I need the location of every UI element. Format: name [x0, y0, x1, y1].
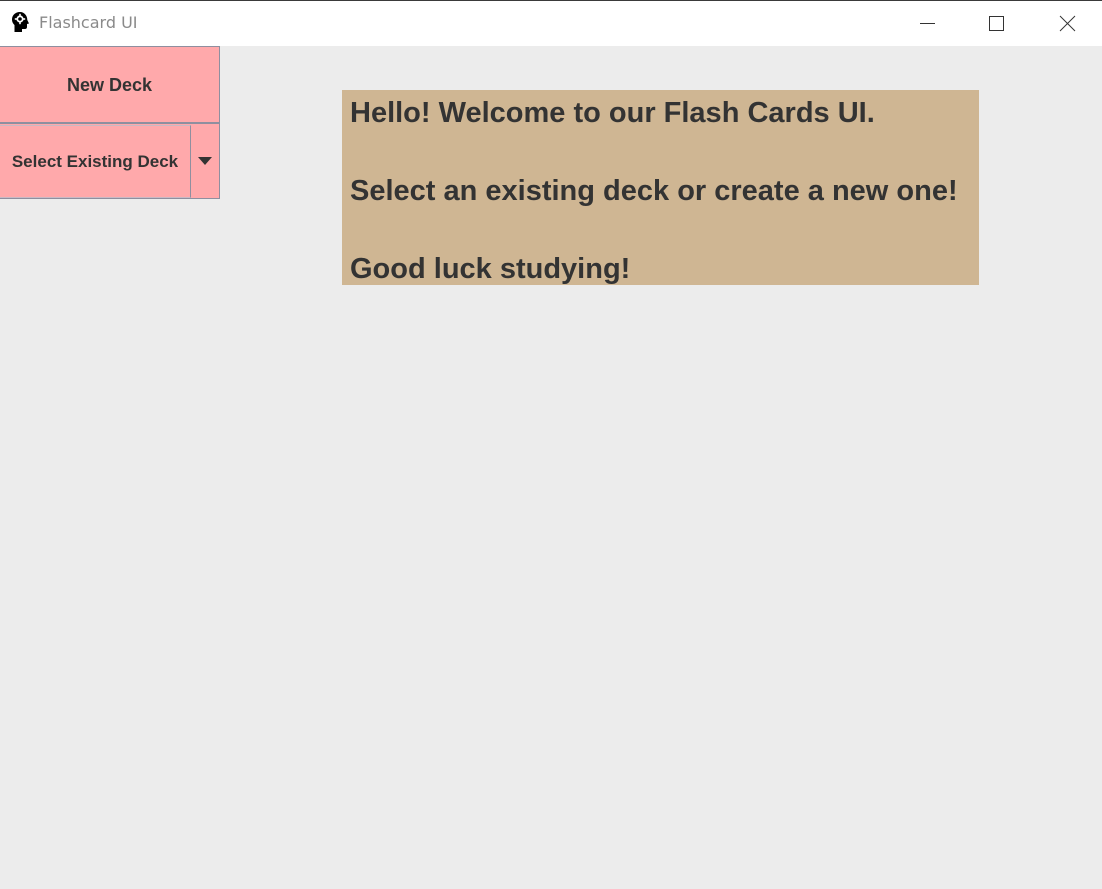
head-gear-icon — [11, 11, 31, 33]
select-deck-label[interactable]: Select Existing Deck — [0, 125, 191, 198]
app-window: Flashcard UI New Deck Select Existing De… — [0, 0, 1102, 889]
minimize-button[interactable] — [904, 1, 950, 46]
title-bar[interactable]: Flashcard UI — [0, 0, 1102, 46]
maximize-icon — [989, 16, 1004, 31]
minimize-icon — [920, 23, 935, 24]
welcome-line: Hello! Welcome to our Flash Cards UI. — [350, 97, 875, 129]
new-deck-button[interactable]: New Deck — [0, 46, 220, 123]
good-luck-line: Good luck studying! — [350, 253, 631, 285]
welcome-message: Hello! Welcome to our Flash Cards UI. Se… — [342, 90, 979, 285]
instruction-line: Select an existing deck or create a new … — [350, 175, 958, 207]
window-title: Flashcard UI — [39, 13, 138, 32]
triangle-down-icon — [198, 157, 212, 165]
maximize-button[interactable] — [973, 1, 1019, 46]
dropdown-arrow-button[interactable] — [191, 124, 219, 198]
select-deck-dropdown[interactable]: Select Existing Deck — [0, 123, 220, 199]
new-deck-label: New Deck — [66, 75, 153, 95]
close-icon — [1059, 15, 1076, 32]
close-button[interactable] — [1044, 1, 1090, 46]
